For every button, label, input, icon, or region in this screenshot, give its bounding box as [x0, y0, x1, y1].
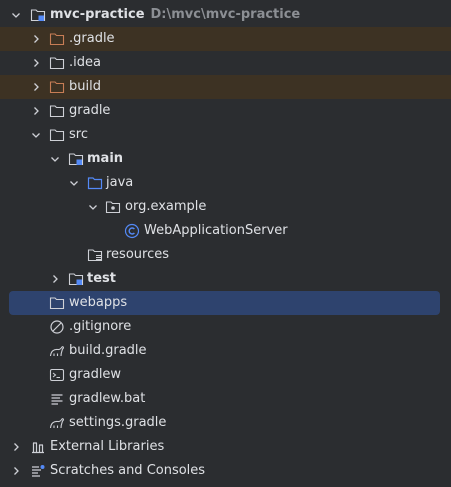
tree-item-settings-gradle[interactable]: settings.gradle — [0, 411, 451, 435]
tree-item-label: .gradle — [69, 31, 115, 46]
folder-icon — [49, 127, 65, 143]
project-name: mvc-practice — [50, 7, 145, 22]
gradle-icon — [49, 415, 65, 431]
tree-item-dot-gradle[interactable]: .gradle — [0, 27, 451, 51]
tree-item-resources[interactable]: resources — [0, 243, 451, 267]
terminal-icon — [49, 367, 65, 383]
library-icon — [30, 439, 46, 455]
tree-item-idea[interactable]: .idea — [0, 51, 451, 75]
tree-item-gradlew[interactable]: gradlew — [0, 363, 451, 387]
text-file-icon — [49, 391, 65, 407]
project-path: D:\mvc\mvc-practice — [150, 7, 301, 22]
tree-item-external-libraries[interactable]: External Libraries — [0, 435, 451, 459]
folder-icon — [49, 295, 65, 311]
chevron-right-icon[interactable] — [28, 51, 44, 75]
tree-item-label: org.example — [125, 199, 207, 214]
tree-item-webapps[interactable]: webapps — [0, 291, 451, 315]
tree-item-label: .idea — [69, 55, 101, 70]
chevron-right-icon[interactable] — [28, 27, 44, 51]
tree-item-label: External Libraries — [50, 439, 165, 454]
tree-item-gradlew-bat[interactable]: gradlew.bat — [0, 387, 451, 411]
tree-item-label: test — [87, 271, 116, 286]
tree-item-main[interactable]: main — [0, 147, 451, 171]
class-icon — [124, 223, 140, 239]
tree-item-label: Scratches and Consoles — [50, 463, 206, 478]
tree-item-label: resources — [106, 247, 170, 262]
tree-item-label: build — [69, 79, 101, 94]
chevron-right-icon[interactable] — [8, 459, 24, 483]
tree-item-java[interactable]: java — [0, 171, 451, 195]
project-label: mvc-practice D:\mvc\mvc-practice — [50, 3, 300, 27]
tree-item-org-example[interactable]: org.example — [0, 195, 451, 219]
module-folder-icon — [68, 271, 84, 287]
tree-item-label: webapps — [69, 295, 128, 310]
tree-item-test[interactable]: test — [0, 267, 451, 291]
tree-item-label: java — [106, 175, 134, 190]
folder-icon — [49, 55, 65, 71]
tree-item-web-application-server[interactable]: WebApplicationServer — [0, 219, 451, 243]
tree-item-label: src — [69, 127, 88, 142]
excluded-folder-icon — [49, 79, 65, 95]
tree-item-label: gradle — [69, 103, 111, 118]
chevron-down-icon[interactable] — [85, 195, 101, 219]
tree-item-gradle[interactable]: gradle — [0, 99, 451, 123]
tree-item-label: main — [87, 151, 124, 166]
resources-folder-icon — [87, 247, 103, 263]
tree-item-label: settings.gradle — [69, 415, 167, 430]
ignore-file-icon — [49, 319, 65, 335]
package-icon — [105, 199, 121, 215]
tree-item-build[interactable]: build — [0, 75, 451, 99]
scratches-icon — [30, 463, 46, 479]
tree-item-src[interactable]: src — [0, 123, 451, 147]
chevron-down-icon[interactable] — [8, 3, 24, 27]
module-folder-icon — [68, 151, 84, 167]
project-tree: mvc-practice D:\mvc\mvc-practice .gradle … — [0, 3, 451, 483]
gradle-icon — [49, 343, 65, 359]
chevron-down-icon[interactable] — [66, 171, 82, 195]
folder-icon — [49, 103, 65, 119]
chevron-down-icon[interactable] — [47, 147, 63, 171]
chevron-right-icon[interactable] — [47, 267, 63, 291]
tree-item-scratches-and-consoles[interactable]: Scratches and Consoles — [0, 459, 451, 483]
tree-item-mvc-practice[interactable]: mvc-practice D:\mvc\mvc-practice — [0, 3, 451, 27]
chevron-down-icon[interactable] — [28, 123, 44, 147]
tree-item-label: .gitignore — [69, 319, 132, 334]
source-folder-icon — [87, 175, 103, 191]
chevron-right-icon[interactable] — [28, 75, 44, 99]
tree-item-build-gradle[interactable]: build.gradle — [0, 339, 451, 363]
chevron-right-icon[interactable] — [8, 435, 24, 459]
excluded-folder-icon — [49, 31, 65, 47]
chevron-right-icon[interactable] — [28, 99, 44, 123]
tree-item-label: WebApplicationServer — [144, 223, 288, 238]
tree-item-label: gradlew.bat — [69, 391, 146, 406]
module-folder-icon — [30, 7, 46, 23]
tree-item-label: gradlew — [69, 367, 122, 382]
tree-item-label: build.gradle — [69, 343, 147, 358]
tree-item-gitignore[interactable]: .gitignore — [0, 315, 451, 339]
